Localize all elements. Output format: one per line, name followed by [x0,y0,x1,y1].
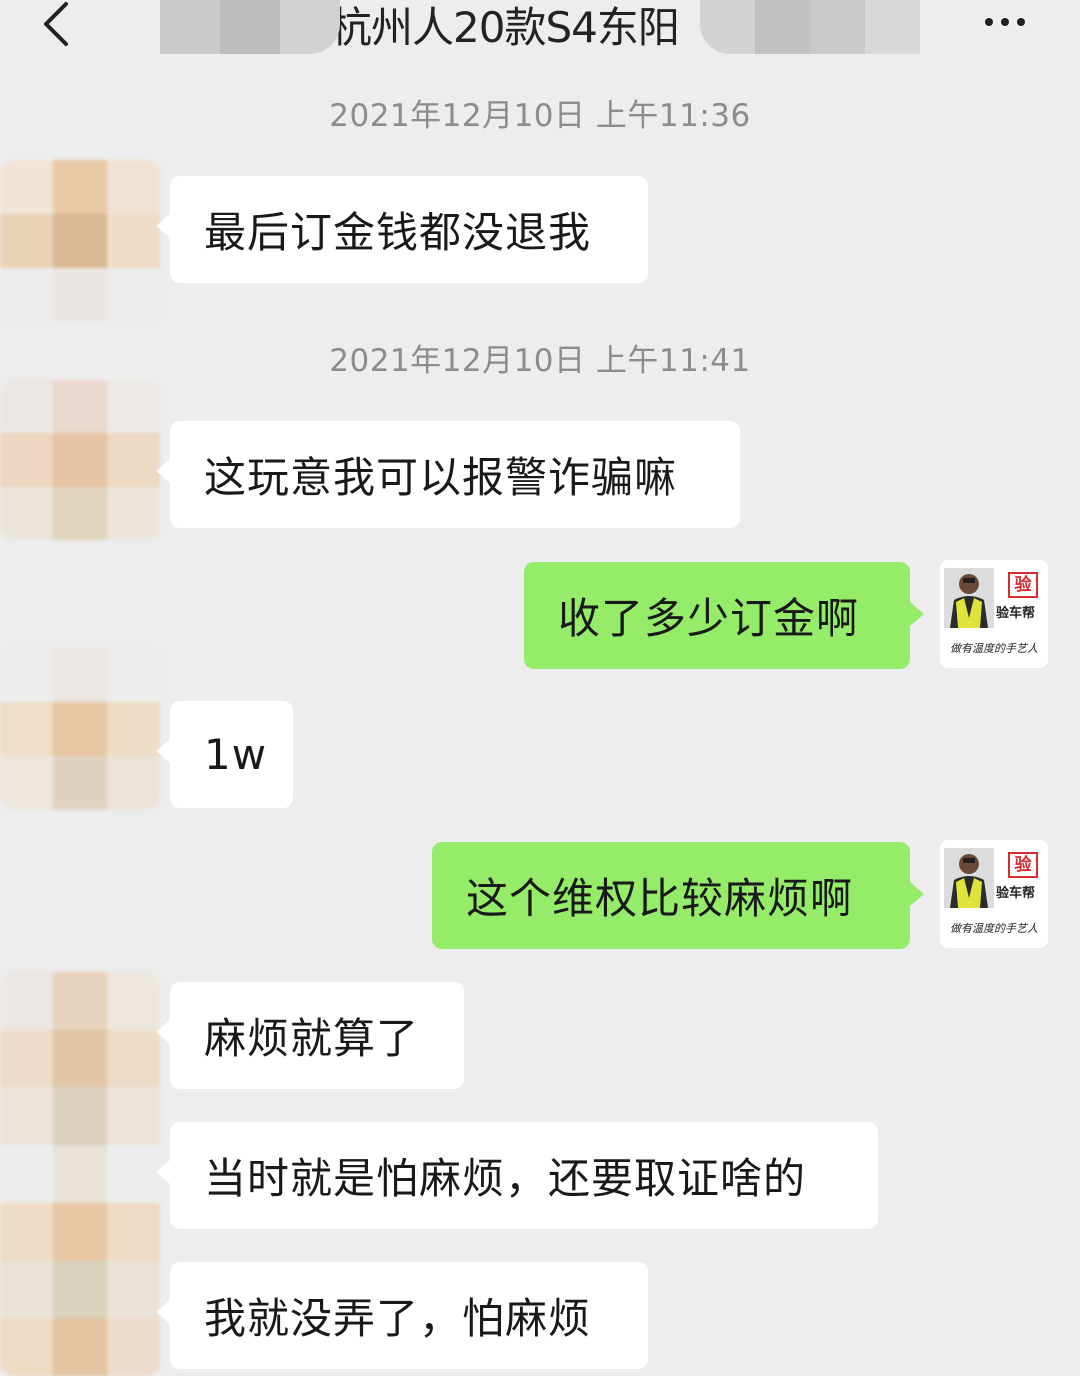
sent-message-bubble[interactable]: 这个维权比较麻烦啊 [432,842,924,949]
brand-seal: 验 [1008,572,1038,598]
received-message-bubble[interactable]: 麻烦就算了 [156,982,464,1089]
received-message-bubble[interactable]: 1w [156,701,293,808]
chevron-left-icon [44,2,68,46]
brand-seal: 验 [1008,852,1038,878]
received-message-bubble[interactable]: 当时就是怕麻烦，还要取证啥的 [156,1122,878,1229]
chat-header: 杭州人20款S4东阳 [0,0,1080,58]
message-text: 收了多少订金啊 [558,594,860,643]
person-photo-icon [944,568,994,628]
message-text: 当时就是怕麻烦，还要取证啥的 [204,1154,807,1203]
title-redaction-right [700,0,920,54]
brand-slogan: 做有温度的手艺人 [950,922,1038,935]
brand-name: 验车帮 [996,886,1036,901]
my-avatar[interactable]: 验 验车帮 做有温度的手艺人 [940,840,1048,948]
title-redaction-left [160,0,340,54]
brand-name: 验车帮 [996,606,1036,621]
contact-avatar[interactable] [0,972,160,1376]
brand-slogan: 做有温度的手艺人 [950,642,1038,655]
contact-avatar[interactable] [0,648,160,810]
received-message-bubble[interactable]: 我就没弄了，怕麻烦 [156,1262,648,1369]
sent-message-bubble[interactable]: 收了多少订金啊 [524,562,924,669]
back-button[interactable] [30,0,80,48]
received-message-bubble[interactable]: 这玩意我可以报警诈骗嘛 [156,421,740,528]
contact-avatar[interactable] [0,380,160,540]
received-message-bubble[interactable]: 最后订金钱都没退我 [156,176,648,283]
chat-title: 杭州人20款S4东阳 [330,3,680,52]
message-text: 这玩意我可以报警诈骗嘛 [204,453,678,502]
message-text: 1w [204,730,268,779]
message-text: 麻烦就算了 [204,1014,420,1063]
person-photo-icon [944,848,994,908]
message-text: 我就没弄了，怕麻烦 [204,1294,592,1343]
message-timestamp: 2021年12月10日 上午11:41 [329,343,751,379]
contact-avatar[interactable] [0,160,160,322]
more-button[interactable] [970,0,1040,44]
my-avatar[interactable]: 验 验车帮 做有温度的手艺人 [940,560,1048,668]
chat-title-area: 杭州人20款S4东阳 [160,0,920,54]
message-text: 最后订金钱都没退我 [204,208,592,257]
message-timestamp: 2021年12月10日 上午11:36 [329,98,751,134]
message-text: 这个维权比较麻烦啊 [466,874,854,923]
more-horizontal-icon [981,18,1029,26]
